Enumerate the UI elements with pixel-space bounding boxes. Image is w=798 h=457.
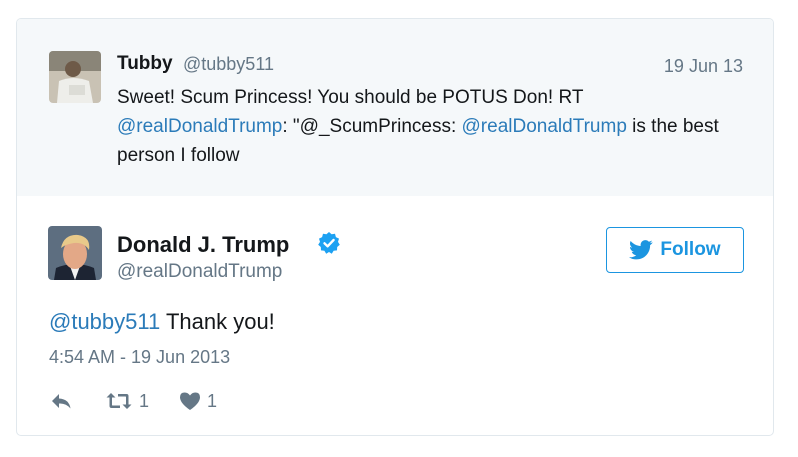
tweet-text: @tubby511 Thank you! xyxy=(49,309,275,335)
follow-button[interactable]: Follow xyxy=(606,227,744,273)
quoted-text-line1: Sweet! Scum Princess! You should be POTU… xyxy=(117,87,584,108)
quoted-tweet-text: Sweet! Scum Princess! You should be POTU… xyxy=(117,83,757,170)
like-button[interactable]: 1 xyxy=(179,391,217,412)
retweet-icon xyxy=(106,393,132,409)
trump-avatar[interactable] xyxy=(48,226,102,280)
heart-icon xyxy=(180,392,201,410)
reply-icon xyxy=(52,394,71,409)
tweet-actions: 1 1 xyxy=(49,389,217,413)
like-count: 1 xyxy=(207,390,218,411)
follow-label: Follow xyxy=(660,239,721,260)
verified-badge-icon xyxy=(317,231,341,255)
tubby-avatar[interactable] xyxy=(49,51,101,103)
mention-link[interactable]: @realDonaldTrump xyxy=(462,116,627,137)
embedded-tweet-card: Tubby @tubby511 19 Jun 13 Sweet! Scum Pr… xyxy=(16,18,774,436)
retweet-button[interactable]: 1 xyxy=(105,391,149,412)
retweet-count: 1 xyxy=(139,390,150,411)
quoted-author-handle[interactable]: @tubby511 xyxy=(183,54,274,75)
quoted-text-mid: : "@_ScumPrincess: xyxy=(282,116,462,137)
quoted-author-name[interactable]: Tubby xyxy=(117,53,173,75)
quoted-tweet[interactable]: Tubby @tubby511 19 Jun 13 Sweet! Scum Pr… xyxy=(17,19,773,196)
quoted-tweet-date[interactable]: 19 Jun 13 xyxy=(664,56,743,77)
twitter-bird-icon xyxy=(629,240,654,260)
reply-button[interactable] xyxy=(49,391,73,411)
author-handle[interactable]: @realDonaldTrump xyxy=(117,261,282,283)
tweet-timestamp[interactable]: 4:54 AM - 19 Jun 2013 xyxy=(49,347,230,368)
mention-link[interactable]: @tubby511 xyxy=(49,309,160,334)
author-name[interactable]: Donald J. Trump xyxy=(117,232,289,258)
tweet-body: Thank you! xyxy=(160,309,275,334)
mention-link[interactable]: @realDonaldTrump xyxy=(117,116,282,137)
